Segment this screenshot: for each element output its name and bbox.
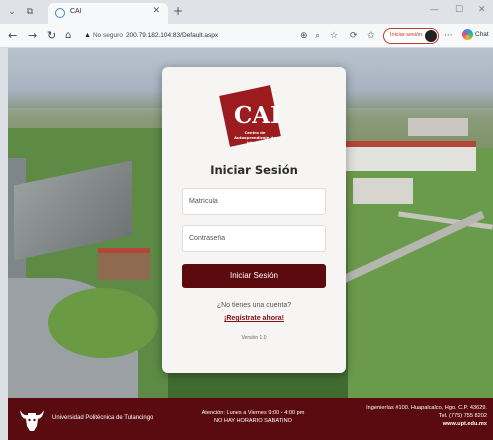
chat-button[interactable]: Chat: [462, 29, 489, 40]
tab-title: CAI: [70, 8, 82, 15]
url-field[interactable]: ▲ No seguro 200.79.182.104:83/Default.aspx: [84, 29, 234, 43]
warning-icon: ▲: [84, 32, 91, 39]
tab-favicon-icon: [55, 8, 65, 18]
footer-contact: Ingenierías #100. Huapalcalco, Hgo. C.P.…: [366, 404, 487, 428]
register-link[interactable]: ¡Regístrate ahora!: [162, 315, 346, 322]
extensions-icon[interactable]: ⟳: [350, 30, 358, 42]
browser-tab[interactable]: CAI ✕: [48, 3, 168, 24]
minimize-icon[interactable]: —: [430, 5, 439, 15]
page-viewport: CAI Centro de Autoaprendizaje de Idiomas…: [8, 48, 493, 440]
footer-address: Ingenierías #100. Huapalcalco, Hgo. C.P.…: [366, 405, 487, 411]
logo-word: CAI: [234, 102, 281, 129]
footer-university: Universidad Politécnica de Tulancingo: [52, 415, 154, 421]
home-icon[interactable]: ⌂: [65, 29, 71, 43]
avatar: [425, 30, 437, 42]
footer-website[interactable]: www.upt.edu.mx: [366, 420, 487, 428]
zoom-icon[interactable]: ⌕: [315, 30, 320, 42]
cai-logo: CAI Centro de Autoaprendizaje de Idiomas: [219, 84, 281, 150]
tab-close-icon[interactable]: ✕: [152, 6, 160, 16]
tab-actions-icon[interactable]: ⌄: [6, 6, 18, 18]
version-label: Versión 1.0: [241, 335, 267, 341]
password-input[interactable]: [182, 225, 326, 252]
signin-label: Iniciar sesión: [390, 32, 423, 38]
workspaces-icon[interactable]: ⧉: [24, 6, 36, 18]
bull-logo-icon: [20, 410, 44, 431]
browser-tab-bar: ⌄ ⧉ CAI ✕ + — ☐ ✕: [0, 0, 493, 24]
forward-icon[interactable]: →: [28, 29, 37, 43]
close-window-icon[interactable]: ✕: [478, 5, 486, 15]
more-icon[interactable]: ···: [444, 30, 453, 42]
refresh-icon[interactable]: ↻: [47, 29, 56, 43]
copilot-icon: [462, 29, 473, 40]
building-left-small: [98, 248, 150, 280]
footer-hours: Atención: Lunes a Viernes 9:00 - 4:00 pm…: [188, 409, 318, 425]
page-title: Iniciar Sesión: [210, 163, 298, 177]
maximize-icon[interactable]: ☐: [455, 5, 463, 15]
logo-subtitle: Centro de Autoaprendizaje de Idiomas: [234, 130, 276, 145]
address-bar-row: ← → ↻ ⌂ ▲ No seguro 200.79.182.104:83/Defa…: [0, 24, 493, 48]
browser-signin-button[interactable]: Iniciar sesión: [383, 28, 439, 44]
favorite-icon[interactable]: ☆: [330, 30, 338, 42]
footer-hours-line1: Atención: Lunes a Viernes 9:00 - 4:00 pm: [201, 410, 305, 416]
building-right-small: [353, 178, 413, 204]
road-loop: [48, 288, 158, 358]
footer-phone: Tel. (775) 755 8202: [438, 413, 487, 419]
building-right: [346, 141, 476, 171]
collections-icon[interactable]: ✩: [367, 30, 375, 42]
url-text: 200.79.182.104:83/Default.aspx: [125, 32, 219, 39]
back-icon[interactable]: ←: [8, 29, 17, 43]
footer-hours-line2: NO HAY HORARIO SABATINO: [213, 418, 292, 424]
read-aloud-icon[interactable]: ⊕: [300, 30, 308, 42]
new-tab-icon[interactable]: +: [173, 4, 183, 18]
url-security-label: No seguro: [92, 32, 123, 39]
login-card: CAI Centro de Autoaprendizaje de Idiomas…: [162, 67, 346, 373]
chat-label: Chat: [475, 31, 489, 39]
side-gutter: [0, 48, 8, 440]
login-button[interactable]: Iniciar Sesión: [182, 264, 326, 288]
matricula-input[interactable]: [182, 188, 326, 215]
building-far: [408, 118, 468, 136]
footer: Universidad Politécnica de Tulancingo At…: [8, 398, 493, 440]
no-account-text: ¿No tienes una cuenta?: [216, 302, 292, 309]
